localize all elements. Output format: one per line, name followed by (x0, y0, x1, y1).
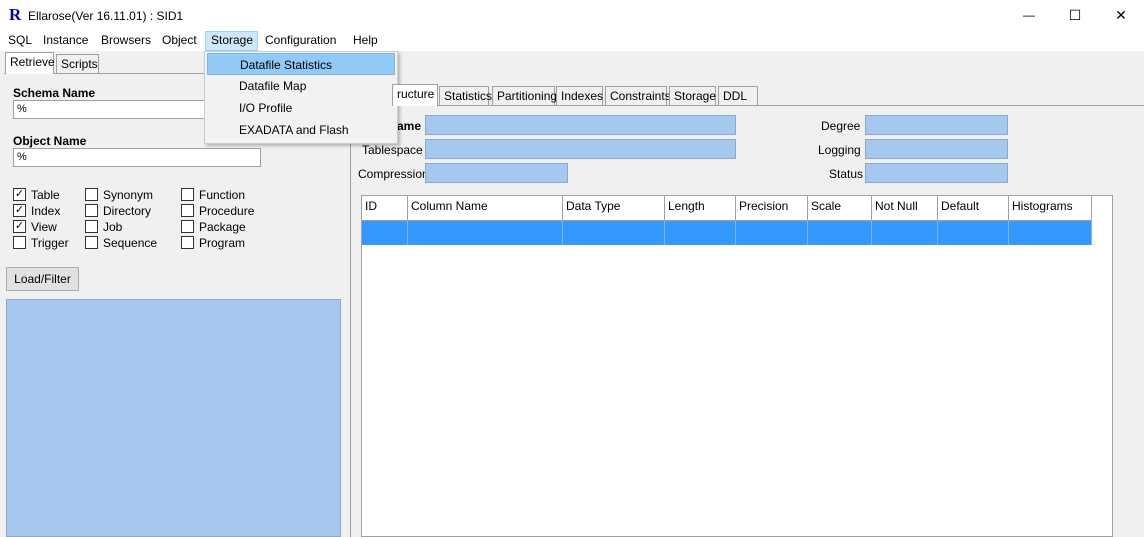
tablespace-label: Tablespace (362, 143, 423, 157)
grid-header-scale[interactable]: Scale (808, 196, 872, 221)
status-field[interactable] (865, 163, 1008, 183)
object-name-input[interactable]: % (13, 148, 261, 167)
grid-cell-id[interactable] (362, 221, 408, 245)
tab-ddl[interactable]: DDL (718, 86, 758, 106)
checkbox-view[interactable]: ✓ (13, 220, 26, 233)
checkbox-package[interactable] (181, 220, 194, 233)
checkbox-synonym-label: Synonym (103, 188, 154, 202)
grid-header-default[interactable]: Default (938, 196, 1009, 221)
menu-instance[interactable]: Instance (43, 33, 88, 47)
table-name-label: ame (397, 119, 422, 133)
storage-dropdown-menu: Datafile Statistics Datafile Map I/O Pro… (204, 51, 398, 144)
grid-cell-default[interactable] (938, 221, 1009, 245)
checkbox-sequence[interactable] (85, 236, 98, 249)
table-name-field[interactable] (425, 115, 736, 135)
status-label: Status (829, 167, 864, 181)
grid-cell-column-name[interactable] (408, 221, 563, 245)
grid-header-length[interactable]: Length (665, 196, 736, 221)
checkbox-job[interactable] (85, 220, 98, 233)
checkbox-directory[interactable] (85, 204, 98, 217)
grid-cell-data-type[interactable] (563, 221, 665, 245)
app-icon[interactable]: R (9, 5, 21, 25)
grid-header-data-type[interactable]: Data Type (563, 196, 665, 221)
menu-help[interactable]: Help (353, 33, 378, 47)
checkbox-program[interactable] (181, 236, 194, 249)
tab-structure[interactable]: ructure (392, 84, 438, 106)
tab-constraints[interactable]: Constraints (605, 86, 671, 106)
close-icon: ✕ (1115, 6, 1127, 23)
checkbox-trigger-label: Trigger (31, 236, 69, 250)
grid-cell-histograms[interactable] (1009, 221, 1092, 245)
checkbox-view-label: View (31, 220, 57, 234)
checkbox-directory-label: Directory (103, 204, 152, 218)
minimize-button[interactable]: — (1006, 0, 1052, 30)
logging-label: Logging (818, 143, 861, 157)
checkbox-function-label: Function (199, 188, 246, 202)
grid-header-column-name[interactable]: Column Name (408, 196, 563, 221)
menu-item-exadata-and-flash[interactable]: EXADATA and Flash (207, 119, 395, 141)
grid-cell-length[interactable] (665, 221, 736, 245)
grid-header-id[interactable]: ID (362, 196, 408, 221)
window-title: Ellarose(Ver 16.11.01) : SID1 (28, 9, 184, 23)
grid-header-not-null[interactable]: Not Null (872, 196, 938, 221)
object-name-label: Object Name (13, 134, 87, 148)
minimize-icon: — (1023, 8, 1035, 22)
menu-browsers[interactable]: Browsers (101, 33, 151, 47)
object-list[interactable] (6, 299, 341, 537)
checkbox-table-label: Table (31, 188, 60, 202)
checkbox-package-label: Package (199, 220, 246, 234)
checkbox-table[interactable]: ✓ (13, 188, 26, 201)
checkbox-sequence-label: Sequence (103, 236, 158, 250)
grid-cell-not-null[interactable] (872, 221, 938, 245)
checkbox-index[interactable]: ✓ (13, 204, 26, 217)
checkbox-job-label: Job (103, 220, 123, 234)
degree-field[interactable] (865, 115, 1008, 135)
logging-field[interactable] (865, 139, 1008, 159)
tab-statistics[interactable]: Statistics (439, 86, 492, 106)
compression-label: Compression (358, 167, 429, 181)
schema-name-input[interactable]: % (13, 100, 211, 119)
tablespace-field[interactable] (425, 139, 736, 159)
menu-sql[interactable]: SQL (8, 33, 32, 47)
schema-name-label: Schema Name (13, 86, 96, 100)
maximize-icon: ☐ (1068, 6, 1082, 23)
checkbox-program-label: Program (199, 236, 246, 250)
tab-storage[interactable]: Storage (669, 86, 716, 106)
grid-header-histograms[interactable]: Histograms (1009, 196, 1092, 221)
tab-retrieve[interactable]: Retrieve (5, 52, 55, 74)
load-filter-button[interactable]: Load/Filter (6, 267, 79, 291)
maximize-button[interactable]: ☐ (1052, 0, 1098, 30)
grid-cell-scale[interactable] (808, 221, 872, 245)
grid-header-precision[interactable]: Precision (736, 196, 808, 221)
compression-field[interactable] (425, 163, 568, 183)
checkbox-procedure[interactable] (181, 204, 194, 217)
menu-item-datafile-map[interactable]: Datafile Map (207, 75, 395, 97)
menu-configuration[interactable]: Configuration (265, 33, 336, 47)
checkbox-function[interactable] (181, 188, 194, 201)
grid-cell-precision[interactable] (736, 221, 808, 245)
tab-indexes[interactable]: Indexes (556, 86, 603, 106)
checkbox-index-label: Index (31, 204, 61, 218)
close-button[interactable]: ✕ (1098, 0, 1144, 30)
tab-scripts[interactable]: Scripts (56, 54, 99, 74)
checkbox-synonym[interactable] (85, 188, 98, 201)
menu-storage[interactable]: Storage (211, 33, 253, 47)
menu-item-datafile-statistics[interactable]: Datafile Statistics (207, 53, 395, 75)
columns-grid[interactable]: ID Column Name Data Type Length Precisio… (361, 195, 1113, 537)
menu-item-io-profile[interactable]: I/O Profile (207, 97, 395, 119)
menu-object[interactable]: Object (162, 33, 197, 47)
checkbox-procedure-label: Procedure (199, 204, 255, 218)
degree-label: Degree (821, 119, 861, 133)
title-bar: R Ellarose(Ver 16.11.01) : SID1 — ☐ ✕ (0, 0, 1144, 30)
tab-partitioning[interactable]: Partitioning (492, 86, 557, 106)
checkbox-trigger[interactable] (13, 236, 26, 249)
menu-bar: SQL Instance Browsers Object Storage Con… (0, 30, 1144, 51)
